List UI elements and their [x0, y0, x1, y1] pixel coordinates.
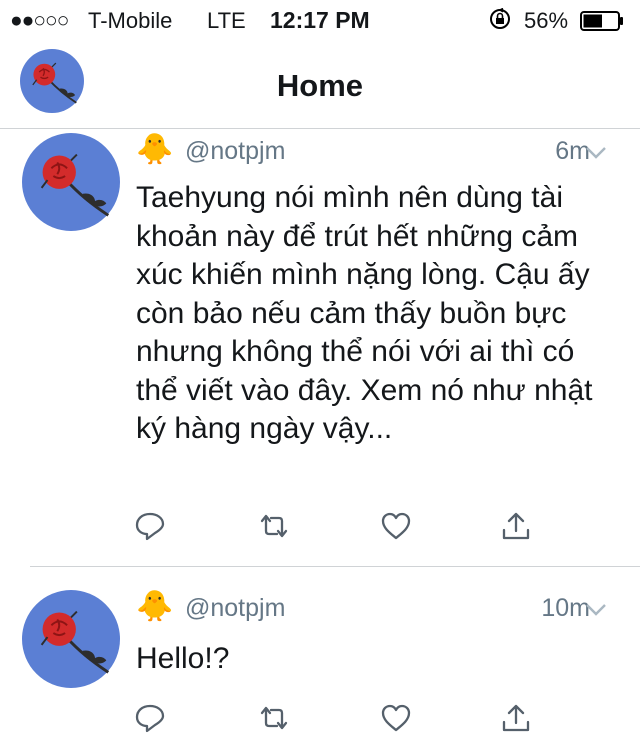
signal-strength: ●●○○○ — [10, 9, 69, 32]
network-type: LTE — [207, 8, 246, 33]
page-title: Home — [276, 68, 364, 103]
reply-icon[interactable] — [134, 702, 166, 734]
nav-bar: Home — [0, 40, 640, 129]
chick-emoji: 🐥 — [136, 133, 174, 166]
status-bar: ●●○○○ T-Mobile LTE 12:17 PM 56% — [0, 0, 640, 40]
tweet-handle[interactable]: @notpjm — [185, 137, 285, 166]
battery-icon — [580, 11, 623, 31]
tweet-actions — [0, 510, 640, 544]
tweet-actions — [0, 702, 640, 736]
chick-emoji: 🐥 — [136, 590, 174, 623]
tweet-text: Hello!? — [136, 642, 230, 675]
retweet-icon[interactable] — [258, 702, 290, 734]
chevron-down-icon[interactable] — [585, 146, 607, 160]
tweet-divider — [30, 566, 640, 567]
tweet-avatar[interactable] — [22, 590, 120, 688]
like-icon[interactable] — [380, 702, 412, 734]
like-icon[interactable] — [380, 510, 412, 542]
battery-percent: 56% — [524, 8, 569, 33]
tweet-timestamp: 10m — [541, 594, 590, 622]
carrier-name: T-Mobile — [88, 8, 173, 33]
rotation-lock-icon — [490, 8, 510, 29]
tweet-avatar[interactable] — [22, 133, 120, 231]
tweet[interactable]: 🐥 @notpjm 10m Hello!? — [0, 582, 640, 755]
retweet-icon[interactable] — [258, 510, 290, 542]
reply-icon[interactable] — [134, 510, 166, 542]
share-icon[interactable] — [500, 702, 532, 734]
tweet-handle[interactable]: @notpjm — [185, 594, 285, 623]
share-icon[interactable] — [500, 510, 532, 542]
status-time: 12:17 PM — [270, 7, 370, 33]
tweet-text: Taehyung nói mình nên dùng tài khoản này… — [136, 181, 593, 445]
chevron-down-icon[interactable] — [585, 603, 607, 617]
tweet[interactable]: 🐥 @notpjm 6m Taehyung nói mình nên dùng … — [0, 129, 640, 565]
